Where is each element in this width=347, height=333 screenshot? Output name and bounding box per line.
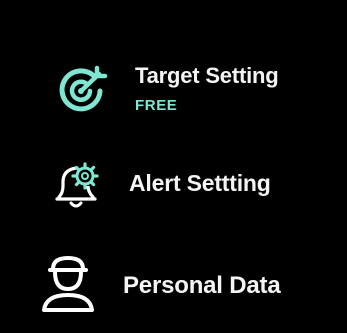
personal-data-label: Personal Data [123, 272, 281, 299]
person-icon [42, 255, 94, 312]
settings-menu-screen: Target Setting FREE Alert Settting Perso… [0, 0, 347, 333]
target-icon [59, 65, 108, 112]
target-setting-status: FREE [135, 97, 178, 114]
menu-item-target-setting[interactable]: Target Setting FREE [0, 0, 347, 140]
menu-item-personal-data[interactable]: Personal Data [0, 232, 347, 333]
menu-item-alert-setting[interactable]: Alert Settting [0, 140, 347, 230]
target-setting-label: Target Setting [135, 63, 279, 88]
alert-setting-label: Alert Settting [129, 170, 271, 196]
bell-gear-icon [55, 162, 99, 208]
